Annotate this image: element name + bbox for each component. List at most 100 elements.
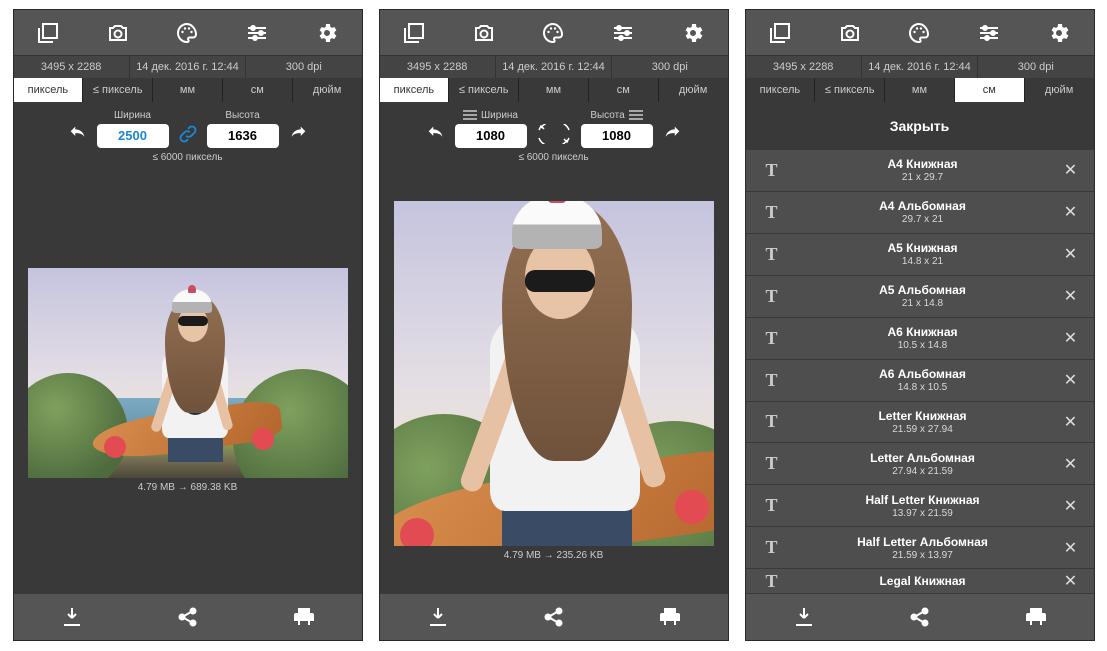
sliders-icon[interactable] — [977, 21, 1001, 45]
close-icon[interactable]: ✕ — [1056, 286, 1086, 306]
preset-row[interactable]: TA5 Книжная14.8 x 21✕ — [746, 234, 1094, 276]
download-icon[interactable] — [60, 605, 84, 629]
sliders-icon[interactable] — [245, 21, 269, 45]
unit-tab-inch[interactable]: дюйм — [293, 78, 362, 102]
unit-tab-pixel[interactable]: пиксель — [380, 78, 450, 102]
gallery-icon[interactable] — [402, 21, 426, 45]
swap-icon[interactable] — [535, 112, 573, 144]
height-block: Высота 1080 — [581, 108, 653, 148]
unit-tab-mm[interactable]: мм — [519, 78, 589, 102]
unit-tab-lte-pixel[interactable]: ≤ пиксель — [83, 78, 153, 102]
preset-info: Letter Книжная21.59 x 27.94 — [790, 409, 1056, 435]
topbar — [746, 10, 1094, 56]
download-icon[interactable] — [792, 605, 816, 629]
sliders-icon[interactable] — [611, 21, 635, 45]
preset-list[interactable]: TA4 Книжная21 x 29.7✕TA4 Альбомная29.7 x… — [746, 150, 1094, 594]
undo-button[interactable] — [425, 111, 447, 145]
height-input[interactable]: 1080 — [581, 124, 653, 148]
width-label: Ширина — [114, 110, 151, 121]
height-block: Высота 1636 — [207, 108, 279, 148]
download-icon[interactable] — [426, 605, 450, 629]
link-icon[interactable] — [177, 111, 199, 145]
redo-button[interactable] — [661, 111, 683, 145]
close-icon[interactable]: ✕ — [1056, 160, 1086, 180]
preset-row[interactable]: TLetter Книжная21.59 x 27.94✕ — [746, 402, 1094, 444]
preset-row[interactable]: TLetter Альбомная27.94 x 21.59✕ — [746, 443, 1094, 485]
info-date: 14 дек. 2016 г. 12:44 — [862, 56, 978, 78]
preset-dims: 29.7 x 21 — [790, 214, 1056, 225]
preset-row[interactable]: TA6 Книжная10.5 x 14.8✕ — [746, 318, 1094, 360]
share-icon[interactable] — [908, 605, 932, 629]
unit-tab-cm[interactable]: см — [589, 78, 659, 102]
preset-row[interactable]: THalf Letter Альбомная21.59 x 13.97✕ — [746, 527, 1094, 569]
share-icon[interactable] — [542, 605, 566, 629]
unit-tab-cm[interactable]: см — [955, 78, 1025, 102]
preset-dims: 21.59 x 27.94 — [790, 424, 1056, 435]
print-icon[interactable] — [292, 605, 316, 629]
palette-icon[interactable] — [907, 21, 931, 45]
height-input[interactable]: 1636 — [207, 124, 279, 148]
unit-tab-lte-pixel[interactable]: ≤ пиксель — [815, 78, 885, 102]
close-icon[interactable]: ✕ — [1056, 328, 1086, 348]
camera-icon[interactable] — [838, 21, 862, 45]
close-icon[interactable]: ✕ — [1056, 202, 1086, 222]
palette-icon[interactable] — [175, 21, 199, 45]
unit-tab-pixel[interactable]: пиксель — [746, 78, 816, 102]
camera-icon[interactable] — [106, 21, 130, 45]
info-date: 14 дек. 2016 г. 12:44 — [496, 56, 612, 78]
preset-dims: 14.8 x 10.5 — [790, 382, 1056, 393]
share-icon[interactable] — [176, 605, 200, 629]
text-icon: T — [754, 370, 790, 391]
menu-icon[interactable] — [629, 110, 643, 120]
unit-tab-mm[interactable]: мм — [885, 78, 955, 102]
close-icon[interactable]: ✕ — [1056, 244, 1086, 264]
redo-button[interactable] — [287, 111, 309, 145]
width-input[interactable]: 1080 — [455, 124, 527, 148]
preset-info: Letter Альбомная27.94 x 21.59 — [790, 451, 1056, 477]
preset-row[interactable]: TA5 Альбомная21 x 14.8✕ — [746, 276, 1094, 318]
unit-tab-pixel[interactable]: пиксель — [14, 78, 84, 102]
preset-row[interactable]: TA4 Книжная21 x 29.7✕ — [746, 150, 1094, 192]
image-preview — [28, 268, 348, 478]
preset-row[interactable]: THalf Letter Книжная13.97 x 21.59✕ — [746, 485, 1094, 527]
unit-tab-cm[interactable]: см — [223, 78, 293, 102]
unit-tabs: пиксель ≤ пиксель мм см дюйм — [746, 78, 1094, 102]
width-input[interactable]: 2500 — [97, 124, 169, 148]
close-icon[interactable]: ✕ — [1056, 538, 1086, 558]
preset-info: A5 Книжная14.8 x 21 — [790, 241, 1056, 267]
camera-icon[interactable] — [472, 21, 496, 45]
close-icon[interactable]: ✕ — [1056, 496, 1086, 516]
close-icon[interactable]: ✕ — [1056, 412, 1086, 432]
close-presets-button[interactable]: Закрыть — [746, 102, 1094, 150]
gear-icon[interactable] — [315, 21, 339, 45]
preset-row[interactable]: TLegal Книжная✕ — [746, 569, 1094, 594]
preset-info: Half Letter Альбомная21.59 x 13.97 — [790, 535, 1056, 561]
close-icon[interactable]: ✕ — [1056, 454, 1086, 474]
unit-tab-inch[interactable]: дюйм — [1025, 78, 1094, 102]
palette-icon[interactable] — [541, 21, 565, 45]
preset-info: A5 Альбомная21 x 14.8 — [790, 283, 1056, 309]
unit-tab-lte-pixel[interactable]: ≤ пиксель — [449, 78, 519, 102]
info-dimensions: 3495 x 2288 — [380, 56, 496, 78]
preset-info: A6 Книжная10.5 x 14.8 — [790, 325, 1056, 351]
unit-tab-inch[interactable]: дюйм — [659, 78, 728, 102]
preset-row[interactable]: TA6 Альбомная14.8 x 10.5✕ — [746, 360, 1094, 402]
print-icon[interactable] — [658, 605, 682, 629]
screen-3: 3495 x 2288 14 дек. 2016 г. 12:44 300 dp… — [746, 10, 1094, 640]
menu-icon[interactable] — [463, 110, 477, 120]
text-icon: T — [754, 202, 790, 223]
preset-dims: 21 x 29.7 — [790, 172, 1056, 183]
preset-row[interactable]: TA4 Альбомная29.7 x 21✕ — [746, 192, 1094, 234]
undo-button[interactable] — [67, 111, 89, 145]
gallery-icon[interactable] — [36, 21, 60, 45]
unit-tab-mm[interactable]: мм — [153, 78, 223, 102]
close-icon[interactable]: ✕ — [1056, 370, 1086, 390]
gear-icon[interactable] — [1047, 21, 1071, 45]
close-icon[interactable]: ✕ — [1056, 571, 1086, 591]
preset-info: A6 Альбомная14.8 x 10.5 — [790, 367, 1056, 393]
preset-dims: 21 x 14.8 — [790, 298, 1056, 309]
height-label: Высота — [225, 110, 259, 121]
gear-icon[interactable] — [681, 21, 705, 45]
gallery-icon[interactable] — [768, 21, 792, 45]
print-icon[interactable] — [1024, 605, 1048, 629]
